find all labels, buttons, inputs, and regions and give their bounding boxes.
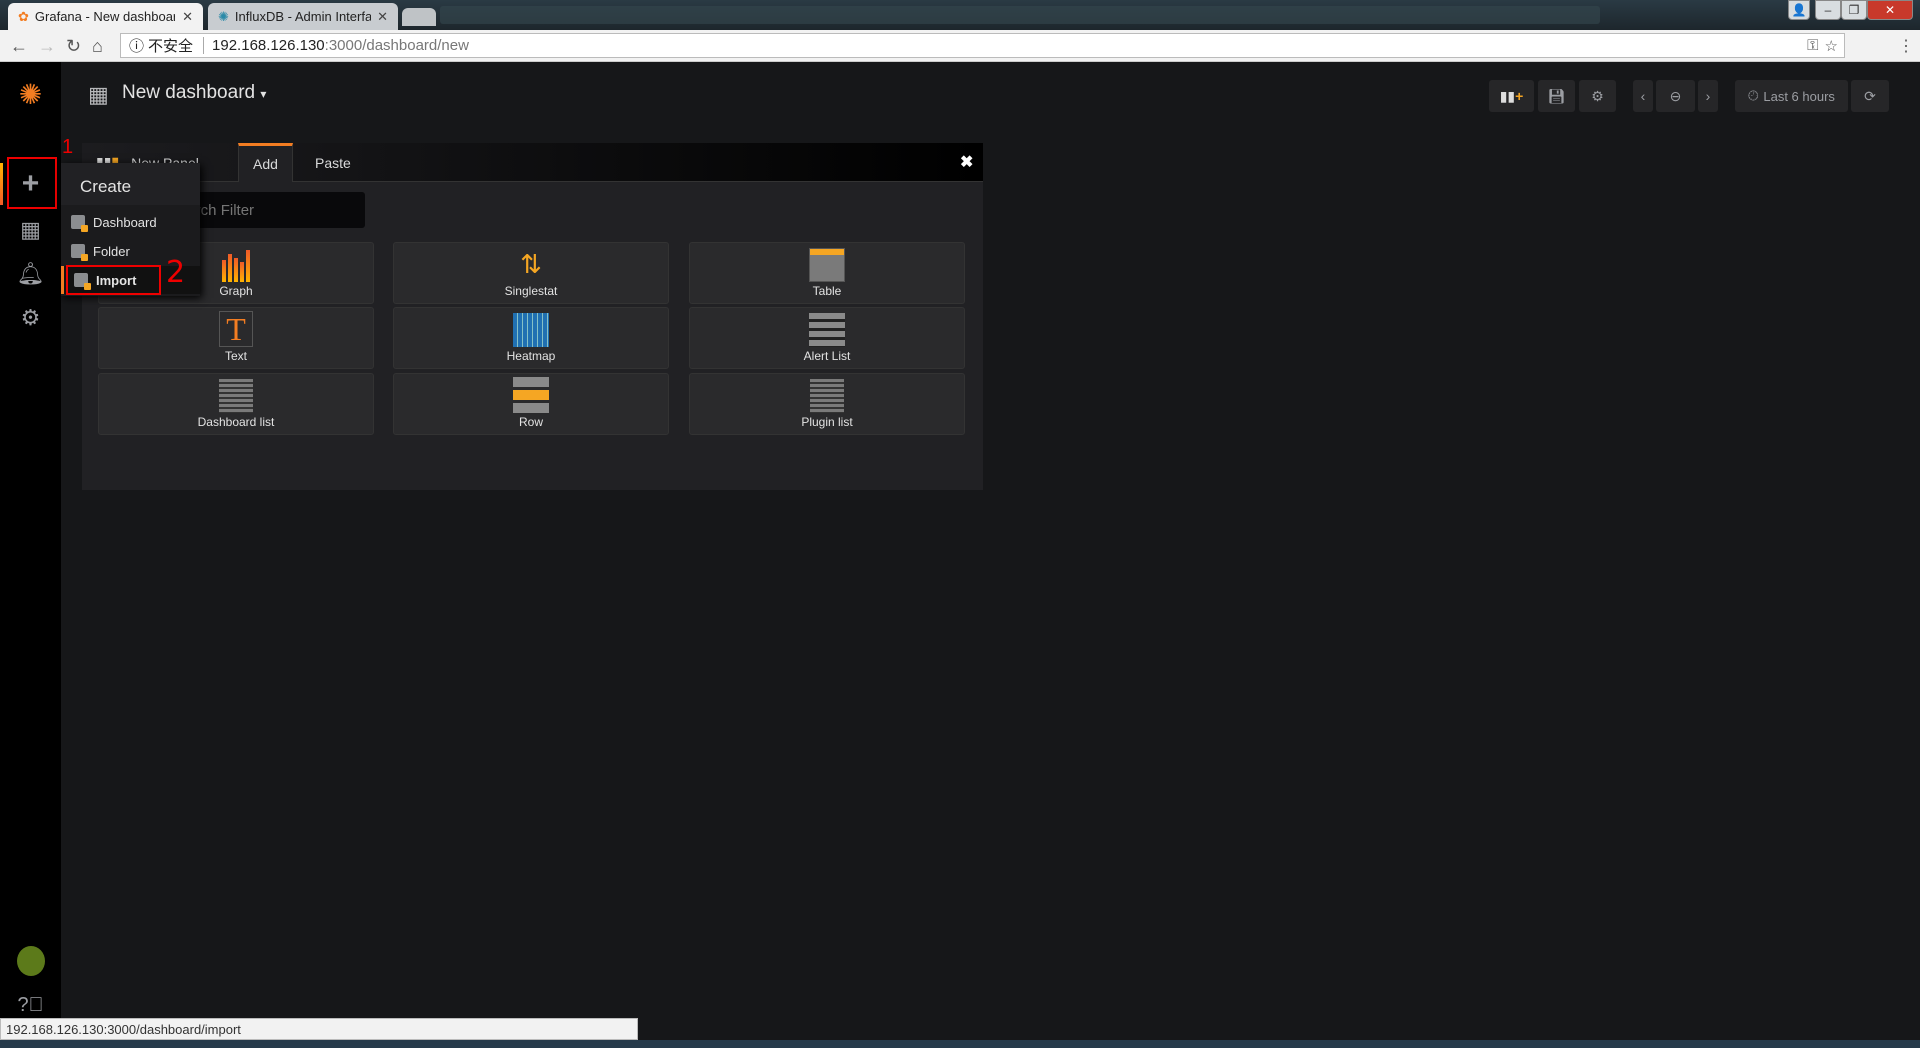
dashboard-add-icon xyxy=(71,215,88,232)
sidebar-item-configuration[interactable]: ⚙ xyxy=(0,296,61,340)
info-icon: ⓘ xyxy=(129,38,145,55)
clock-icon: 🕘︎ xyxy=(1748,88,1759,103)
chevron-right-icon: › xyxy=(1705,88,1711,104)
panel-tab-bar xyxy=(82,143,983,182)
tab-paste[interactable]: Paste xyxy=(315,143,351,182)
chevron-left-icon: ‹ xyxy=(1640,88,1646,104)
gear-icon: ⚙ xyxy=(1591,87,1604,104)
panel-type-alert-list[interactable]: Alert List xyxy=(689,307,965,369)
panel-type-text[interactable]: T Text xyxy=(98,307,374,369)
back-icon[interactable]: ← xyxy=(10,36,28,57)
plugin-list-icon xyxy=(808,377,846,413)
tab-add[interactable]: Add xyxy=(238,143,293,182)
close-window-button[interactable]: ✕ xyxy=(1867,0,1913,20)
settings-button[interactable]: ⚙ xyxy=(1579,80,1616,112)
caret-down-icon: ▾ xyxy=(260,87,267,101)
panel-type-dashboard-list[interactable]: Dashboard list xyxy=(98,373,374,435)
text-icon: T xyxy=(219,311,253,347)
dashboard-list-icon xyxy=(217,377,255,413)
new-tab-button[interactable] xyxy=(402,8,436,26)
menu-item-dashboard[interactable]: Dashboard xyxy=(61,208,200,236)
status-bar-url: 192.168.126.130:3000/dashboard/import xyxy=(0,1018,638,1040)
annotation-number-2: 2 xyxy=(166,255,186,290)
close-tab-icon[interactable]: ✕ xyxy=(377,9,388,25)
key-icon[interactable]: ⚿ xyxy=(1807,37,1818,54)
sidebar-item-alerting[interactable]: 🔔︎ xyxy=(0,252,61,296)
add-panel-button[interactable]: ▮▮+ xyxy=(1489,80,1534,112)
create-menu-title: Create xyxy=(61,163,200,205)
save-button[interactable]: 💾︎ xyxy=(1538,80,1575,112)
row-icon xyxy=(512,377,550,413)
annotation-box-1 xyxy=(7,157,57,209)
close-icon[interactable]: ✖ xyxy=(960,152,973,172)
dashboard-title[interactable]: New dashboard ▾ xyxy=(122,82,266,104)
home-icon[interactable]: ⌂ xyxy=(92,36,103,57)
folder-add-icon xyxy=(71,244,88,261)
save-icon: 💾︎ xyxy=(1547,87,1566,104)
reload-icon[interactable]: ↻ xyxy=(66,36,81,57)
panel-type-table[interactable]: Table xyxy=(689,242,965,304)
heatmap-icon xyxy=(512,311,550,347)
taskbar xyxy=(0,1040,1920,1048)
alert-list-icon xyxy=(808,311,846,347)
grafana-logo-icon[interactable]: ✺ xyxy=(0,72,61,116)
avatar[interactable] xyxy=(17,946,45,976)
singlestat-icon: ⇅ xyxy=(520,248,542,279)
time-back-button[interactable]: ‹ xyxy=(1633,80,1653,112)
sidebar-item-dashboards[interactable]: ▦ xyxy=(0,208,61,252)
time-range-picker[interactable]: 🕘︎ Last 6 hours xyxy=(1735,80,1848,112)
add-panel-icon: ▮▮+ xyxy=(1499,87,1524,104)
panel-type-heatmap[interactable]: Heatmap xyxy=(393,307,669,369)
url-input[interactable]: ⓘ 不安全 192.168.126.130 :3000/dashboard/ne… xyxy=(120,33,1845,58)
dashboards-icon: ▦ xyxy=(20,217,41,242)
forward-icon[interactable]: → xyxy=(38,36,56,57)
grafana-icon: ✿ xyxy=(18,8,29,24)
bell-icon: 🔔︎ xyxy=(16,261,45,286)
close-tab-icon[interactable]: ✕ xyxy=(182,9,193,25)
table-icon xyxy=(808,246,846,282)
browser-tab-grafana[interactable]: ✿ Grafana - New dashboard ✕ xyxy=(8,3,203,30)
star-icon[interactable]: ☆ xyxy=(1825,37,1838,55)
refresh-button[interactable]: ⟳ xyxy=(1851,80,1889,112)
refresh-icon: ⟳ xyxy=(1864,87,1876,104)
graph-icon xyxy=(217,246,255,282)
annotation-box-2 xyxy=(66,265,161,295)
panel-type-plugin-list[interactable]: Plugin list xyxy=(689,373,965,435)
zoom-out-icon: ⊖ xyxy=(1669,87,1682,104)
dashboard-grid-icon: ▦ xyxy=(88,82,109,107)
panel-type-singlestat[interactable]: ⇅ Singlestat xyxy=(393,242,669,304)
address-bar: ← → ↻ ⌂ ⓘ 不安全 192.168.126.130 :3000/dash… xyxy=(0,30,1920,62)
browser-tab-influxdb[interactable]: ✺ InfluxDB - Admin Interface ✕ xyxy=(208,3,398,30)
influxdb-icon: ✺ xyxy=(218,8,229,24)
gear-icon: ⚙ xyxy=(20,305,41,330)
panel-type-row[interactable]: Row xyxy=(393,373,669,435)
maximize-button[interactable]: ❐ xyxy=(1841,0,1867,20)
zoom-out-button[interactable]: ⊖ xyxy=(1656,80,1695,112)
blurred-tabs xyxy=(440,6,1600,24)
menu-icon[interactable]: ⋮ xyxy=(1898,36,1914,56)
annotation-number-1: 1 xyxy=(62,136,74,158)
time-forward-button[interactable]: › xyxy=(1698,80,1718,112)
user-icon[interactable]: 👤 xyxy=(1788,0,1810,20)
minimize-button[interactable]: – xyxy=(1815,0,1841,20)
